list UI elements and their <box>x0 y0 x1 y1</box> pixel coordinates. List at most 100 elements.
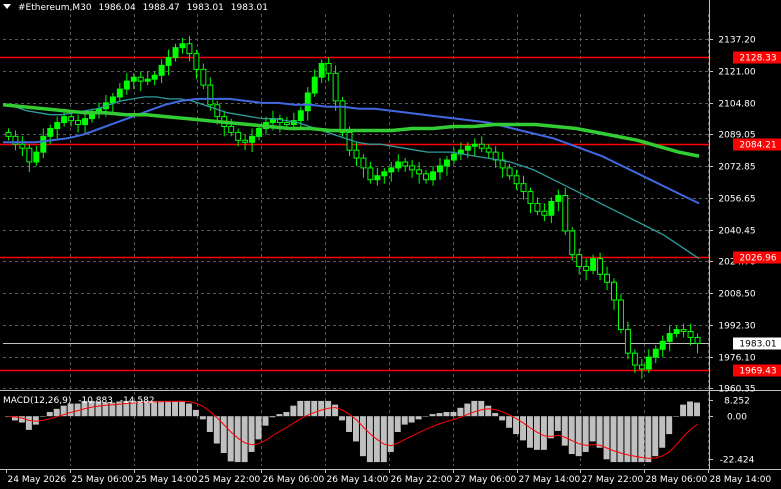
candle-body <box>548 200 555 216</box>
macd-label: MACD(12,26,9) <box>3 396 72 406</box>
macd-bar <box>659 416 666 448</box>
macd-bar <box>283 412 290 417</box>
candle-body <box>478 143 485 149</box>
candle <box>617 294 624 334</box>
candle-body <box>388 167 395 173</box>
candle-body <box>200 68 207 86</box>
macd-bar <box>540 416 547 450</box>
macd-bar <box>172 400 178 417</box>
candle-body <box>534 202 541 212</box>
candle-body <box>430 171 437 181</box>
candle-body <box>624 329 631 354</box>
candle-body <box>47 127 54 137</box>
candle-body <box>249 135 256 143</box>
x-tick-label: 28 May 14:00 <box>710 475 772 485</box>
candle-body <box>304 92 311 112</box>
macd-bar <box>429 414 436 417</box>
candle-body <box>242 139 249 143</box>
macd-bar <box>596 416 603 448</box>
level-tag-label: 1969.43 <box>739 367 776 377</box>
trading-chart[interactable]: 2137.202121.002104.802089.052072.852056.… <box>0 0 781 489</box>
candle-body <box>611 281 617 301</box>
x-tick-label: 27 May 14:00 <box>519 475 581 485</box>
candle-body <box>527 191 534 204</box>
candle-body <box>374 175 381 181</box>
x-tick-label: 25 May 14:00 <box>136 475 198 485</box>
y-tick-label: 2104.80 <box>718 100 755 110</box>
macd-tick-label: -22.424 <box>720 456 755 466</box>
macd-bar <box>158 400 165 417</box>
x-tick-label: 26 May 14:00 <box>327 475 389 485</box>
macd-bar <box>506 416 513 428</box>
candle-body <box>471 143 478 147</box>
macd-value-signal: -14.582 <box>119 396 155 406</box>
macd-bar <box>408 416 415 423</box>
macd-bar <box>199 416 206 420</box>
candle-body <box>443 159 450 167</box>
macd-bar <box>339 416 346 421</box>
ohlc-low: 1983.01 <box>186 3 224 13</box>
candle-body <box>283 122 290 126</box>
macd-header: MACD(12,26,9) -10.883 -14.582 <box>3 396 155 407</box>
candle-body <box>130 76 137 82</box>
candle-body <box>583 265 590 271</box>
candle-body <box>409 165 416 171</box>
macd-bar <box>582 416 589 452</box>
macd-bar <box>520 416 526 441</box>
macd-bar <box>450 412 457 417</box>
macd-bar <box>589 416 596 442</box>
macd-bar <box>652 416 659 457</box>
candle-body <box>513 175 520 185</box>
candle-body <box>193 53 200 70</box>
macd-bar <box>680 404 687 417</box>
x-tick-label: 24 May 2026 <box>8 475 67 485</box>
macd-bar <box>380 416 387 463</box>
x-tick-label: 25 May 22:00 <box>199 475 261 485</box>
macd-bar <box>478 400 485 417</box>
macd-bar <box>332 404 339 417</box>
candle-body <box>541 210 548 216</box>
macd-bar <box>276 414 283 417</box>
candle-body <box>186 43 193 55</box>
candle-body <box>617 299 624 331</box>
macd-bar <box>18 416 25 423</box>
candle-body <box>506 167 513 177</box>
macd-bar <box>227 416 234 462</box>
y-tick-label: 2008.50 <box>718 290 755 300</box>
candle-body <box>75 120 82 126</box>
candle-body <box>19 143 26 149</box>
candle-body <box>172 47 179 59</box>
candle-body <box>325 62 332 74</box>
candle-body <box>297 110 304 122</box>
candle-body <box>109 96 116 104</box>
menu-triangle-icon[interactable] <box>3 4 11 9</box>
macd-bar <box>527 416 533 448</box>
candle-body <box>339 100 346 133</box>
candle-body <box>353 149 360 159</box>
candle-body <box>144 78 151 82</box>
x-tick-label: 28 May 06:00 <box>646 475 708 485</box>
candle-body <box>367 167 374 181</box>
candle-body <box>165 57 172 66</box>
macd-bar <box>165 400 172 417</box>
macd-bar <box>387 416 394 452</box>
macd-bar <box>638 416 645 463</box>
macd-bar <box>687 401 694 417</box>
candle-body <box>645 356 652 370</box>
candle-body <box>311 76 318 94</box>
candle-body <box>464 145 471 151</box>
x-tick-label: 26 May 06:00 <box>263 475 325 485</box>
macd-bar <box>311 400 318 417</box>
macd-bar <box>255 416 262 440</box>
macd-bar <box>359 416 366 457</box>
candle-body <box>450 153 457 161</box>
macd-bar <box>666 416 673 435</box>
macd-bar <box>206 416 213 432</box>
macd-bar <box>499 416 506 421</box>
y-tick-label: 2121.00 <box>718 68 755 78</box>
macd-bar <box>554 416 561 431</box>
candle-body <box>235 131 242 141</box>
macd-bar <box>436 413 443 417</box>
level-tag-label: 2084.21 <box>739 141 776 151</box>
candle-body <box>437 165 443 173</box>
